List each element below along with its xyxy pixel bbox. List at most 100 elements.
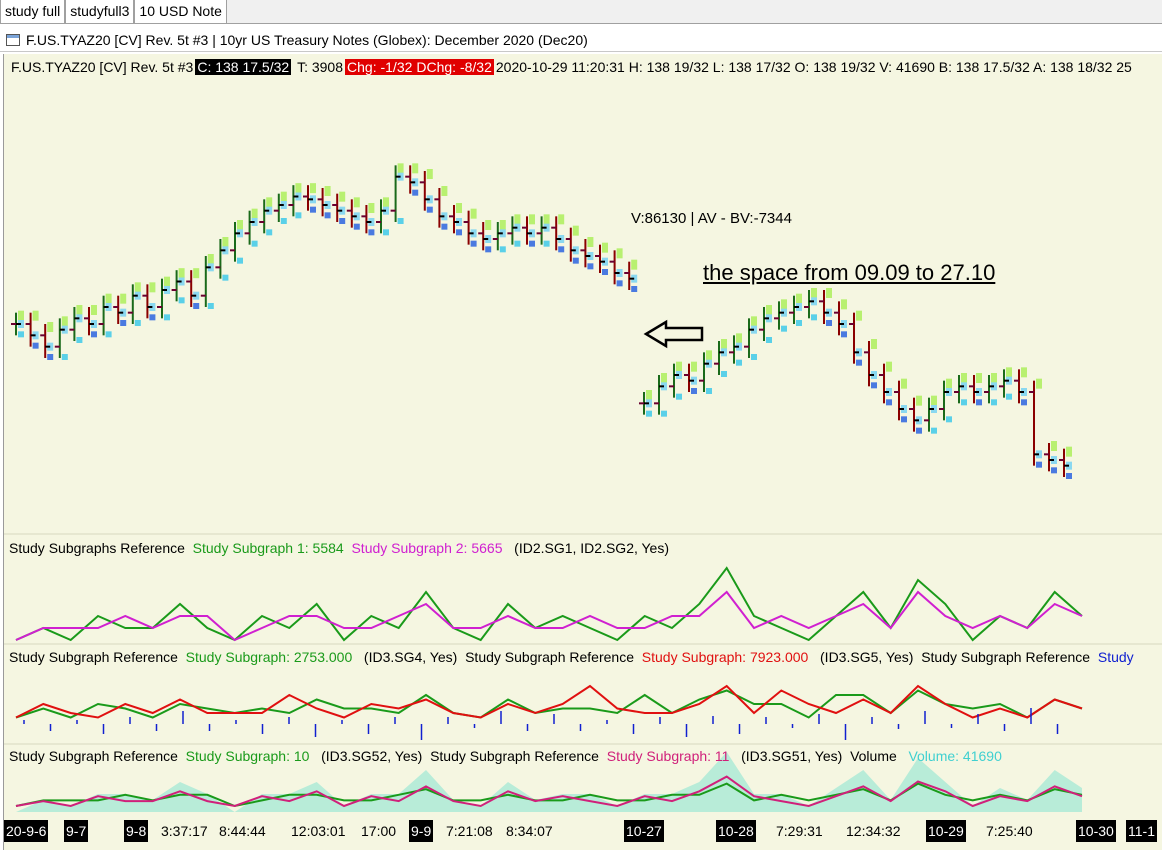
tab-study-full[interactable]: study full <box>0 0 66 24</box>
segment-b-volume-block <box>646 390 652 400</box>
segment-a-profile-block <box>251 240 258 247</box>
segment-b-profile-block <box>646 410 652 417</box>
segment-a-profile-block <box>499 246 506 253</box>
segment-a-volume-block <box>207 254 214 264</box>
subgraph3-ref-a: (ID3.SG52, Yes) <box>321 748 423 764</box>
segment-a-profile-block <box>558 246 565 253</box>
chart-area[interactable]: F.US.TYAZ20 [CV] Rev. 5t #3 C: 138 17.5/3… <box>3 54 1162 850</box>
time-axis-label: 12:34:32 <box>846 823 901 839</box>
segment-b-volume-block <box>736 333 742 344</box>
segment-a-volume-block <box>558 214 565 225</box>
segment-a-volume-block <box>470 208 477 219</box>
subgraph2-title-b: Study Subgraph Reference <box>465 649 634 665</box>
segment-b-profile-block <box>961 399 967 406</box>
subgraph2-sg-c: Study <box>1097 649 1134 665</box>
segment-b-volume-block <box>886 361 892 372</box>
segment-a-profile-block <box>631 286 638 292</box>
segment-a-profile-block <box>207 303 214 309</box>
chart-window-title-bar[interactable]: F.US.TYAZ20 [CV] Rev. 5t #3 | 10yr US Tr… <box>0 28 1162 52</box>
segment-a-volume-block <box>514 214 521 225</box>
segment-a-volume-block <box>339 191 346 202</box>
segment-a-profile-block <box>426 206 433 213</box>
segment-b-volume-block <box>931 395 937 406</box>
segment-a-volume-block <box>61 316 68 327</box>
segment-b-profile-block <box>811 314 817 321</box>
subgraph1-ref: (ID2.SG1, ID2.SG2, Yes) <box>514 540 670 556</box>
subgraph3-volume-title: Volume <box>850 748 897 764</box>
tab-studyfull3[interactable]: studyfull3 <box>65 0 135 24</box>
segment-b-profile-block <box>991 399 997 406</box>
segment-b-volume-block <box>991 373 997 383</box>
segment-a-profile-block <box>616 280 623 287</box>
segment-a-profile-block <box>441 223 448 230</box>
segment-a-volume-block <box>91 305 97 315</box>
window-title: F.US.TYAZ20 [CV] Rev. 5t #3 | 10yr US Tr… <box>26 31 588 48</box>
segment-a-profile-block <box>105 331 112 338</box>
time-axis-label: 7:21:08 <box>446 823 493 839</box>
segment-a-profile-block <box>18 331 24 338</box>
subgraph1-sg1-line <box>15 566 1083 642</box>
segment-b-profile-block <box>976 399 982 406</box>
subgraph1-sg1-label: Study Subgraph 1: 5584 <box>192 540 344 556</box>
subgraph3-title-b: Study Subgraph Reference <box>430 748 599 764</box>
subgraph2-ref-a: (ID3.SG4, Yes) <box>363 649 458 665</box>
time-axis-label: 10-29 <box>926 820 966 842</box>
segment-a-volume-block <box>310 183 316 194</box>
segment-a-volume-block <box>324 186 331 196</box>
time-axis-label: 20-9-6 <box>4 820 49 842</box>
time-axis-label: 10-28 <box>716 820 756 842</box>
tab-10-usd-note[interactable]: 10 USD Note <box>134 0 227 24</box>
subgraph3-ref-b: (ID3.SG51, Yes) <box>741 748 843 764</box>
segment-a-profile-block <box>368 229 375 236</box>
window-icon[interactable] <box>6 33 20 46</box>
segment-a-profile-block <box>310 206 316 213</box>
segment-a-volume-block <box>251 208 258 219</box>
segment-a-volume-block <box>426 169 433 179</box>
segment-b-volume-block <box>691 361 697 372</box>
segment-b-volume-block <box>856 310 862 321</box>
segment-a-profile-block <box>222 274 229 281</box>
segment-a-volume-block <box>149 282 156 293</box>
segment-b-profile-block <box>1051 467 1057 474</box>
subgraph2-title-c: Study Subgraph Reference <box>921 649 1091 665</box>
segment-a-profile-block <box>324 212 331 219</box>
segment-a-profile-block <box>485 246 492 253</box>
segment-a-profile-block <box>120 320 127 326</box>
segment-b-profile-block <box>1021 399 1027 406</box>
segment-b-profile-block <box>1036 461 1042 468</box>
segment-a-volume-block <box>164 276 170 287</box>
segment-b-volume-block <box>1036 378 1042 389</box>
segment-a-profile-block <box>470 240 477 247</box>
segment-b-volume-block <box>1006 367 1012 378</box>
time-axis[interactable]: 20-9-6 9-7 9-8 3:37:17 8:44:44 12:03:01 17:00 9… <box>4 820 1162 842</box>
segment-b-profile-block <box>721 371 727 377</box>
segment-b-volume-block <box>1066 446 1072 457</box>
segment-b-volume-block <box>946 378 952 389</box>
segment-a-profile-block <box>178 297 185 304</box>
segment-b-volume-block <box>961 373 967 383</box>
segment-b-volume-block <box>901 378 907 389</box>
segment-a-volume-block <box>602 242 608 253</box>
segment-a-profile-block <box>91 331 97 338</box>
subgraph3-volume-value: Volume: 41690 <box>908 748 1002 764</box>
segment-a-volume-block <box>529 214 535 225</box>
segment-a-volume-block <box>383 197 389 208</box>
segment-a-volume-block <box>353 197 360 208</box>
segment-a-volume-block <box>47 322 54 332</box>
time-axis-label: 9-7 <box>64 820 89 842</box>
segment-b-profile-block <box>1066 473 1072 479</box>
segment-a-profile-block <box>383 229 389 236</box>
segment-a-volume-block <box>616 248 623 259</box>
segment-a-volume-block <box>120 293 127 304</box>
price-and-study-chart[interactable] <box>4 54 1162 820</box>
tab-bar: study full studyfull3 10 USD Note <box>0 0 1162 24</box>
segment-b-profile-block <box>856 359 862 366</box>
segment-b-volume-block <box>796 293 802 304</box>
segment-b-volume-block <box>1021 367 1027 378</box>
segment-b-volume-block <box>826 288 832 298</box>
segment-b-profile-block <box>796 320 802 326</box>
segment-a-profile-block <box>61 354 68 360</box>
segment-a-volume-block <box>193 268 200 279</box>
segment-a-volume-block <box>587 237 594 247</box>
time-axis-label: 8:44:44 <box>219 823 266 839</box>
